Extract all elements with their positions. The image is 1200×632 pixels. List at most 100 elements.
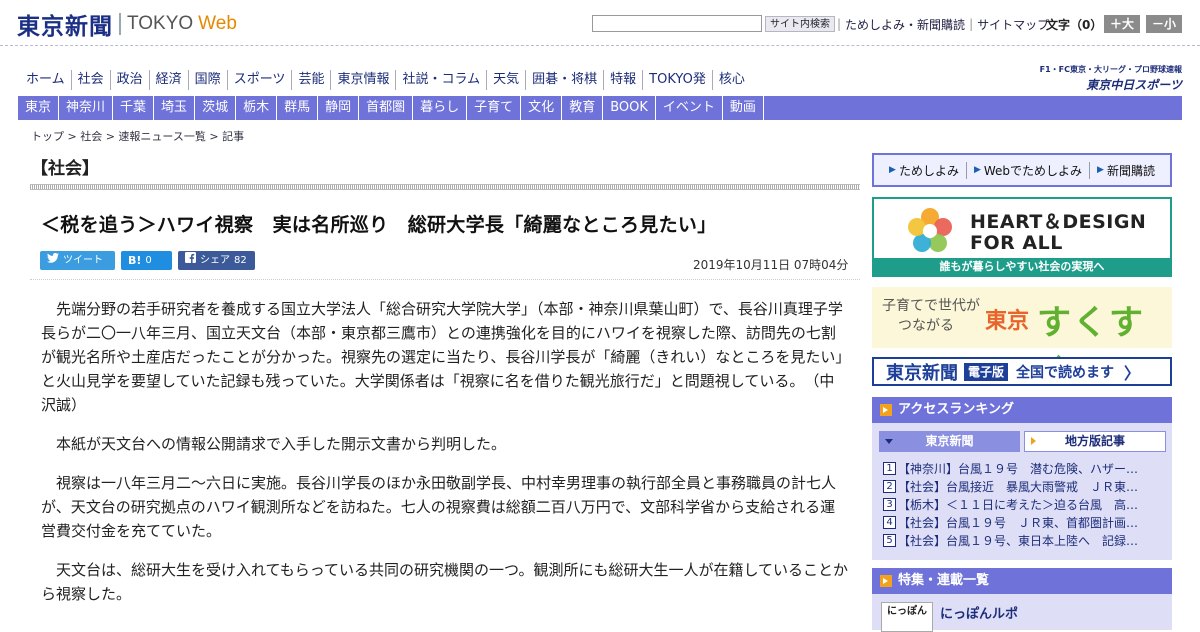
sukusuku-tagline-2: つながる [898, 318, 954, 334]
sukusuku-tokyo: 東京 [985, 309, 1030, 334]
triangle-right-icon [1031, 437, 1036, 445]
subnav-item-shizuoka[interactable]: 静岡 [318, 96, 360, 120]
logo-separator [119, 13, 121, 35]
ranking-item-text: 【社会】台風１９号 ＪＲ東、首都圏計画… [898, 515, 1139, 530]
ranking-item[interactable]: 4 【社会】台風１９号 ＪＲ東、首都圏計画… [883, 513, 1168, 531]
top-bar: 東京新聞 TOKYO Web サイト内検索 | ためしよみ・新聞購読 | サイト… [0, 0, 1200, 46]
subnav-item-gunma[interactable]: 群馬 [277, 96, 319, 120]
nav-item-politics[interactable]: 政治 [111, 70, 150, 90]
arrow-right-icon: ▶ [1097, 165, 1104, 175]
subnav-item-tokyo[interactable]: 東京 [18, 96, 60, 120]
nav-item-tokyo-info[interactable]: 東京情報 [331, 70, 397, 90]
nav-item-tokuho[interactable]: 特報 [604, 70, 644, 90]
nav-item-kakushin[interactable]: 核心 [713, 70, 751, 90]
trial-read-label: ためしよみ [898, 163, 959, 178]
chevron-right-icon: 〉 [1124, 363, 1141, 383]
logo-kanji: 東京新聞 [17, 13, 113, 40]
subscribe-link[interactable]: ▶ 新聞購読 [1090, 162, 1162, 179]
ranking-panel: 東京新聞 地方版記事 1 【神奈川】台風１９号 潜む危険、ハザー… 2 【社会】台風… [872, 423, 1172, 560]
subnav-item-culture[interactable]: 文化 [521, 96, 563, 120]
font-smaller-button[interactable]: －小 [1146, 15, 1182, 33]
section-arrow-icon [880, 404, 892, 416]
nav-item-sports[interactable]: スポーツ [228, 70, 293, 90]
header-links: | ためしよみ・新聞購読 | サイトマップ [833, 15, 1049, 33]
font-size-label: 文字（0） [1046, 18, 1103, 32]
ranking-title: アクセスランキング [898, 402, 1014, 417]
nav-item-weather[interactable]: 天気 [487, 70, 527, 90]
tab-regional[interactable]: 地方版記事 [1024, 431, 1166, 452]
subnav-item-event[interactable]: イベント [656, 96, 723, 120]
subnav-item-video[interactable]: 動画 [723, 96, 764, 120]
subnav-item-education[interactable]: 教育 [562, 96, 604, 120]
facebook-share-count: 82 [234, 255, 247, 266]
search-input[interactable] [592, 15, 762, 32]
ranking-item-text: 【社会】台風１９号、東日本上陸へ 記録… [898, 533, 1139, 548]
denshi-badge: 電子版 [964, 362, 1009, 381]
divider: | [837, 17, 842, 31]
trial-subscribe-link[interactable]: ためしよみ・新聞購読 [845, 16, 965, 33]
rank-number: 5 [883, 533, 896, 547]
feature-thumbnail[interactable]: にっぽん [881, 602, 933, 632]
nav-item-economy[interactable]: 経済 [150, 70, 189, 90]
web-trial-read-label: Webでためしよみ [983, 163, 1083, 178]
article-paragraph: 先端分野の若手研究者を養成する国立大学法人「総合研究大学院大学」（本部・神奈川県… [41, 300, 843, 414]
ranking-item-text: 【社会】台風接近 暴風大雨警戒 ＪＲ東… [898, 479, 1139, 494]
article-headline: ＜税を追う＞ハワイ視察 実は名所巡り 総研大学長「綺麗なところ見たい」 [41, 214, 717, 236]
site-logo[interactable]: 東京新聞 TOKYO Web [17, 9, 237, 40]
trial-read-link[interactable]: ▶ ためしよみ [882, 161, 967, 179]
digital-edition-banner[interactable]: 東京新聞 電子版 全国で読めます 〉 [872, 357, 1172, 386]
ranking-item[interactable]: 5 【社会】台風１９号、東日本上陸へ 記録… [883, 531, 1168, 549]
feature-item-link[interactable]: にっぽんルポ [940, 603, 1018, 622]
subnav-item-kurashi[interactable]: 暮らし [413, 96, 468, 120]
rank-number: 1 [883, 461, 896, 475]
facebook-share-button[interactable]: シェア 82 [178, 251, 255, 270]
heart-design-title: HEART＆DESIGN [970, 211, 1147, 233]
sitemap-link[interactable]: サイトマップ [977, 16, 1049, 33]
heart-design-banner[interactable]: HEART＆DESIGN FOR ALL 誰もが暮らしやすい社会の実現へ [872, 197, 1172, 277]
subnav-item-kosodate[interactable]: 子育て [467, 96, 522, 120]
rank-number: 4 [883, 515, 896, 529]
section-arrow-icon [880, 575, 892, 587]
subnav-item-kanagawa[interactable]: 神奈川 [59, 96, 114, 120]
article-paragraph: 本紙が天文台への情報公開請求で入手した開示文書から判明した。 [56, 435, 507, 453]
subnav-item-chiba[interactable]: 千葉 [113, 96, 155, 120]
tab-label: 地方版記事 [1064, 434, 1125, 448]
nav-item-home[interactable]: ホーム [20, 70, 72, 90]
tweet-button[interactable]: ツイート [40, 251, 115, 270]
subnav-item-saitama[interactable]: 埼玉 [154, 96, 196, 120]
search-button[interactable]: サイト内検索 [765, 16, 835, 32]
nav-item-international[interactable]: 国際 [189, 70, 228, 90]
heart-design-footer: 誰もが暮らしやすい社会の実現へ [874, 258, 1170, 275]
tab-tokyo-shimbun[interactable]: 東京新聞 [879, 431, 1020, 452]
ranking-item[interactable]: 1 【神奈川】台風１９号 潜む危険、ハザー… [883, 459, 1168, 477]
arrow-right-icon: ▶ [973, 165, 981, 175]
ranking-item[interactable]: 2 【社会】台風接近 暴風大雨警戒 ＪＲ東… [883, 477, 1168, 495]
subnav-item-tochigi[interactable]: 栃木 [236, 96, 278, 120]
main-nav: ホーム 社会 政治 経済 国際 スポーツ 芸能 東京情報 社説・コラム 天気 囲… [20, 70, 751, 90]
triangle-down-icon [885, 439, 893, 444]
hatena-bookmark-button[interactable]: B! 0 [121, 251, 172, 270]
ranking-item-text: 【神奈川】台風１９号 潜む危険、ハザー… [898, 461, 1139, 476]
tokyo-sukusuku-banner[interactable]: 子育てで世代が つながる 東京 すくすく [872, 287, 1172, 392]
chunichi-sports-banner[interactable]: F1・FC東京・大リーグ・プロ野球速報 東京中日スポーツ [1026, 64, 1182, 92]
nav-item-go-shogi[interactable]: 囲碁・将棋 [526, 70, 605, 90]
subnav-item-shutoken[interactable]: 首都圏 [359, 96, 414, 120]
nav-item-editorial[interactable]: 社説・コラム [396, 70, 488, 90]
breadcrumb[interactable]: トップ > 社会 > 速報ニュース一覧 > 記事 [31, 128, 244, 144]
ranking-item[interactable]: 3 【栃木】＜１１日に考えた＞迫る台風 高… [883, 495, 1168, 513]
subnav-item-ibaraki[interactable]: 茨城 [195, 96, 237, 120]
features-panel: にっぽん にっぽんルポ [872, 594, 1172, 632]
logo-web: Web [198, 13, 237, 34]
web-trial-read-link[interactable]: ▶ Webでためしよみ [967, 161, 1091, 179]
subnav-item-book[interactable]: BOOK [603, 96, 656, 120]
features-title: 特集・連載一覧 [898, 573, 990, 588]
chunichi-line1: F1・FC東京・大リーグ・プロ野球速報 [1039, 65, 1182, 74]
section-title: 【社会】 [31, 159, 99, 179]
nav-item-tokyo-hatsu[interactable]: TOKYO発 [643, 70, 713, 90]
share-buttons: ツイート B! 0 シェア 82 [40, 251, 255, 270]
heart-design-logo-icon [904, 205, 956, 257]
nav-item-society[interactable]: 社会 [72, 70, 111, 90]
subscribe-label: 新聞購読 [1106, 163, 1155, 178]
nav-item-entertainment[interactable]: 芸能 [292, 70, 332, 90]
font-larger-button[interactable]: ＋大 [1104, 15, 1140, 33]
